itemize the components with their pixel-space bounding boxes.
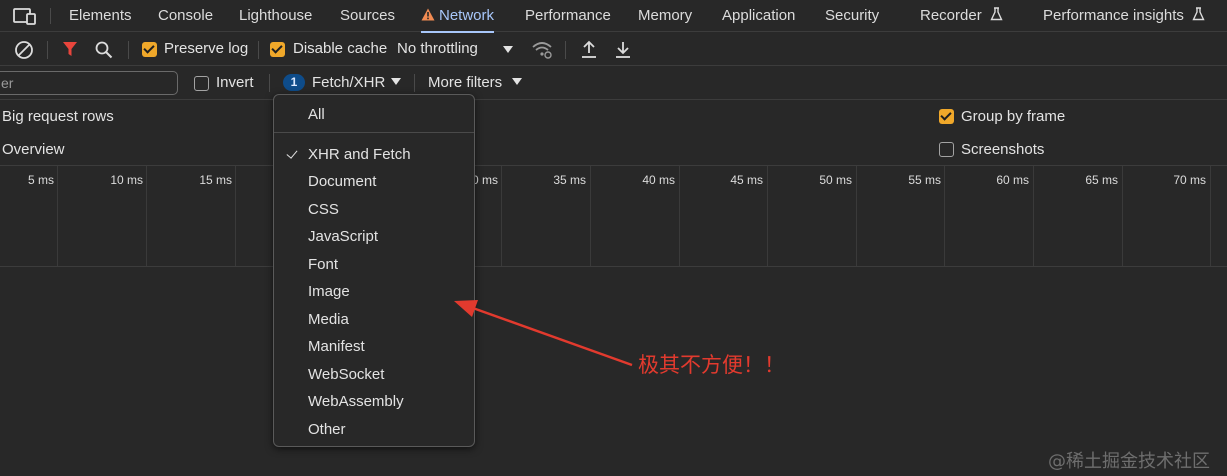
menu-item-xhr-fetch[interactable]: XHR and Fetch bbox=[308, 146, 411, 163]
timeline-gridline bbox=[57, 166, 58, 266]
clear-icon[interactable] bbox=[14, 40, 34, 60]
timeline-tick-label: 40 ms bbox=[642, 173, 675, 187]
timeline-tick-label: 60 ms bbox=[996, 173, 1029, 187]
preserve-log-label[interactable]: Preserve log bbox=[164, 40, 248, 57]
menu-item-all[interactable]: All bbox=[308, 106, 325, 123]
warning-icon bbox=[421, 8, 435, 21]
toolbar-separator bbox=[269, 74, 270, 92]
timeline-gridline bbox=[1122, 166, 1123, 266]
tab-network-label: Network bbox=[439, 7, 495, 24]
menu-item-manifest[interactable]: Manifest bbox=[308, 338, 365, 355]
big-request-rows-label[interactable]: Big request rows bbox=[2, 108, 114, 125]
tab-lighthouse[interactable]: Lighthouse bbox=[239, 0, 312, 32]
tab-sources[interactable]: Sources bbox=[340, 0, 395, 32]
tab-recorder[interactable]: Recorder bbox=[920, 0, 1003, 32]
timeline-tick-label: 70 ms bbox=[1173, 173, 1206, 187]
toolbar-separator bbox=[128, 41, 129, 59]
network-conditions-icon[interactable] bbox=[531, 40, 553, 60]
menu-item-document[interactable]: Document bbox=[308, 173, 376, 190]
network-toolbar: Preserve log Disable cache No throttling bbox=[0, 33, 1227, 66]
more-filters-dropdown[interactable]: More filters bbox=[428, 74, 502, 91]
tab-application[interactable]: Application bbox=[722, 0, 795, 32]
toolbar-separator bbox=[414, 74, 415, 92]
timeline-tick-label: 45 ms bbox=[730, 173, 763, 187]
menu-separator bbox=[274, 132, 474, 133]
menu-item-css[interactable]: CSS bbox=[308, 201, 339, 218]
disable-cache-checkbox[interactable] bbox=[270, 42, 285, 57]
preserve-log-checkbox[interactable] bbox=[142, 42, 157, 57]
type-filter-dropdown[interactable]: Fetch/XHR bbox=[312, 74, 385, 91]
timeline-tick-label: 15 ms bbox=[199, 173, 232, 187]
settings-row-2: Overview Screenshots bbox=[0, 133, 1227, 166]
overview-timeline[interactable]: 5 ms 10 ms 15 ms 0 ms 35 ms 40 ms 45 ms … bbox=[0, 166, 1227, 267]
invert-label[interactable]: Invert bbox=[216, 74, 254, 91]
screenshots-label[interactable]: Screenshots bbox=[961, 141, 1044, 158]
chevron-down-icon[interactable] bbox=[503, 46, 513, 53]
checkmark-icon bbox=[286, 147, 298, 159]
filter-bar: Invert 1 Fetch/XHR More filters bbox=[0, 66, 1227, 100]
tab-recorder-label: Recorder bbox=[920, 7, 982, 24]
watermark: @稀土掘金技术社区 bbox=[1048, 451, 1210, 472]
chevron-down-icon[interactable] bbox=[391, 78, 401, 85]
flask-icon bbox=[1192, 7, 1205, 21]
tab-elements[interactable]: Elements bbox=[69, 0, 132, 32]
timeline-tick-label: 10 ms bbox=[110, 173, 143, 187]
timeline-gridline bbox=[679, 166, 680, 266]
resource-type-dropdown-menu: All XHR and Fetch Document CSS JavaScrip… bbox=[273, 94, 475, 447]
group-by-frame-label[interactable]: Group by frame bbox=[961, 108, 1065, 125]
menu-item-media[interactable]: Media bbox=[308, 311, 349, 328]
timeline-gridline bbox=[1033, 166, 1034, 266]
screenshots-checkbox[interactable] bbox=[939, 142, 954, 157]
throttling-select[interactable]: No throttling bbox=[397, 40, 478, 57]
annotation-arrow-icon bbox=[454, 300, 633, 367]
export-har-icon[interactable] bbox=[614, 40, 632, 59]
chevron-down-icon[interactable] bbox=[512, 78, 522, 85]
timeline-tick-label: 5 ms bbox=[27, 173, 54, 187]
import-har-icon[interactable] bbox=[580, 40, 598, 59]
menu-item-javascript[interactable]: JavaScript bbox=[308, 228, 378, 245]
tab-console[interactable]: Console bbox=[158, 0, 213, 32]
menu-item-websocket[interactable]: WebSocket bbox=[308, 366, 384, 383]
timeline-gridline bbox=[590, 166, 591, 266]
tab-security[interactable]: Security bbox=[825, 0, 879, 32]
invert-checkbox[interactable] bbox=[194, 76, 209, 91]
timeline-gridline bbox=[944, 166, 945, 266]
filter-input[interactable] bbox=[0, 71, 178, 95]
tab-network[interactable]: Network bbox=[421, 0, 495, 33]
timeline-gridline bbox=[856, 166, 857, 266]
tab-performance[interactable]: Performance bbox=[525, 0, 611, 32]
filter-icon[interactable] bbox=[62, 41, 78, 58]
tab-performance-insights[interactable]: Performance insights bbox=[1043, 0, 1205, 32]
timeline-tick-label: 65 ms bbox=[1085, 173, 1118, 187]
device-toolbar-icon[interactable] bbox=[12, 6, 38, 26]
toolbar-separator bbox=[258, 41, 259, 59]
timeline-gridline bbox=[767, 166, 768, 266]
overview-label[interactable]: Overview bbox=[2, 141, 65, 158]
timeline-gridline bbox=[1210, 166, 1211, 266]
tab-memory[interactable]: Memory bbox=[638, 0, 692, 32]
flask-icon bbox=[990, 7, 1003, 21]
timeline-tick-label: 55 ms bbox=[908, 173, 941, 187]
timeline-tick-label: 50 ms bbox=[819, 173, 852, 187]
settings-row-1: Big request rows Group by frame bbox=[0, 100, 1227, 133]
group-by-frame-checkbox[interactable] bbox=[939, 109, 954, 124]
timeline-gridline bbox=[146, 166, 147, 266]
type-filter-count-badge: 1 bbox=[283, 74, 305, 91]
disable-cache-label[interactable]: Disable cache bbox=[293, 40, 387, 57]
tab-separator bbox=[50, 8, 51, 24]
tab-performance-insights-label: Performance insights bbox=[1043, 7, 1184, 24]
devtools-tab-bar: Elements Console Lighthouse Sources Netw… bbox=[0, 0, 1227, 33]
menu-item-font[interactable]: Font bbox=[308, 256, 338, 273]
menu-item-other[interactable]: Other bbox=[308, 421, 346, 438]
toolbar-separator bbox=[47, 41, 48, 59]
menu-item-image[interactable]: Image bbox=[308, 283, 350, 300]
timeline-gridline bbox=[501, 166, 502, 266]
annotation-text: 极其不方便！！ bbox=[638, 353, 785, 377]
timeline-gridline bbox=[235, 166, 236, 266]
toolbar-separator bbox=[565, 41, 566, 59]
menu-item-webassembly[interactable]: WebAssembly bbox=[308, 393, 404, 410]
search-icon[interactable] bbox=[95, 41, 113, 59]
timeline-tick-label: 35 ms bbox=[553, 173, 586, 187]
